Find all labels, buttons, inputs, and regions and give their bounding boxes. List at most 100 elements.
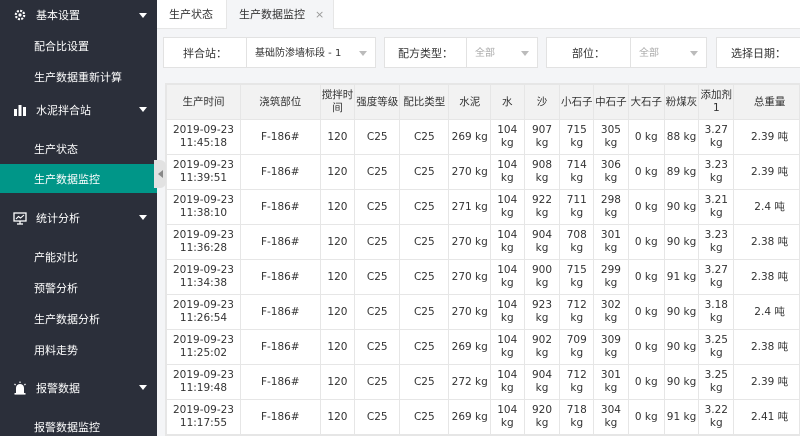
column-header[interactable]: 强度等级 <box>354 84 401 120</box>
table-cell: C25 <box>354 329 401 365</box>
table-cell: 104 kg <box>489 364 525 400</box>
data-table: 生产时间 浇筑部位 搅拌时间 强度等级 配比类型 水泥水沙小石子 中石子 大石子 粉煤灰 添加剂1… <box>166 84 799 435</box>
table-cell: C25 <box>399 224 450 260</box>
column-header[interactable]: 大石子 <box>627 84 665 120</box>
table-cell: C25 <box>354 259 401 295</box>
column-header[interactable]: 小石子 <box>559 84 595 120</box>
recipe-select-value: 全部 <box>475 48 495 59</box>
tab-bar: 生产状态 生产数据监控 × <box>157 0 800 30</box>
sidebar-collapse-button[interactable] <box>154 160 166 188</box>
table-cell: 2019-09-23 11:25:02 <box>166 329 241 365</box>
table-cell: 3.23 kg <box>698 224 735 260</box>
table-row[interactable]: 2019-09-23 11:45:18 F-186# 120 C25 C25 269 kg… <box>166 119 799 155</box>
sidebar-item-recalc[interactable]: 生产数据重新计算 <box>0 61 157 92</box>
table-cell: 0 kg <box>627 189 665 225</box>
table-cell: 2019-09-23 11:19:48 <box>166 364 241 400</box>
sidebar-item-alarm-monitor[interactable]: 报警数据监控 <box>0 411 157 436</box>
table-cell: 301 kg <box>593 224 629 260</box>
table-cell: 0 kg <box>627 364 665 400</box>
nav-group-alarm[interactable]: 报警数据 <box>0 372 157 404</box>
table-cell: 120 <box>319 189 356 225</box>
table-cell: 90 kg <box>663 224 700 260</box>
column-header[interactable]: 生产时间 <box>166 84 241 120</box>
nav-group-label: 统计分析 <box>36 212 80 225</box>
table-row[interactable]: 2019-09-23 11:39:51 F-186# 120 C25 C25 270 kg… <box>166 154 799 190</box>
nav-group-label: 基本设置 <box>36 9 80 22</box>
table-cell: 120 <box>319 154 356 190</box>
part-select[interactable]: 全部 <box>630 37 707 68</box>
table-cell: 3.25 kg <box>698 329 735 365</box>
table-cell: C25 <box>399 329 450 365</box>
nav-group-basic-settings[interactable]: 基本设置 <box>0 0 157 30</box>
table-cell: C25 <box>399 154 450 190</box>
table-cell: 2.38 吨 <box>733 329 799 365</box>
table-cell: 714 kg <box>559 154 595 190</box>
gear-icon <box>12 7 28 23</box>
table-cell: 2019-09-23 11:45:18 <box>166 119 241 155</box>
nav-group-statistics[interactable]: 统计分析 <box>0 202 157 234</box>
column-header[interactable]: 配比类型 <box>399 84 450 120</box>
sidebar-item-prod-analysis[interactable]: 生产数据分析 <box>0 303 157 334</box>
column-header[interactable]: 添加剂1 <box>698 84 735 120</box>
table-cell: 2.4 吨 <box>733 189 799 225</box>
sidebar-item-prod-status[interactable]: 生产状态 <box>0 133 157 164</box>
station-select[interactable]: 基础防渗墙标段 - 1 <box>246 37 376 68</box>
chevron-down-icon <box>359 51 367 56</box>
table-row[interactable]: 2019-09-23 11:34:38 F-186# 120 C25 C25 270 kg… <box>166 259 799 295</box>
table-cell: 2.39 吨 <box>733 154 799 190</box>
table-cell: 3.25 kg <box>698 364 735 400</box>
table-cell: F-186# <box>239 294 321 330</box>
table-cell: 2019-09-23 11:34:38 <box>166 259 241 295</box>
column-header[interactable]: 搅拌时间 <box>319 84 356 120</box>
table-cell: 904 kg <box>523 364 561 400</box>
recipe-select[interactable]: 全部 <box>466 37 538 68</box>
nav-group-cement-station[interactable]: 水泥拌合站 <box>0 94 157 126</box>
table-cell: F-186# <box>239 364 321 400</box>
sidebar-item-prod-monitor[interactable]: 生产数据监控 <box>0 164 157 193</box>
table-row[interactable]: 2019-09-23 11:17:55 F-186# 120 C25 C25 269 kg… <box>166 399 799 435</box>
main-panel: 生产状态 生产数据监控 × 拌合站： 基础防渗墙标段 - 1 配方类型： 全部 … <box>157 0 800 436</box>
table-cell: 3.27 kg <box>698 119 735 155</box>
sidebar-item-material-trend[interactable]: 用料走势 <box>0 334 157 365</box>
chevron-down-icon <box>139 13 147 18</box>
table-cell: 0 kg <box>627 224 665 260</box>
table-cell: 3.23 kg <box>698 154 735 190</box>
sidebar-item-mix-ratio[interactable]: 配合比设置 <box>0 30 157 61</box>
column-header[interactable]: 粉煤灰 <box>663 84 700 120</box>
part-label: 部位： <box>546 37 631 68</box>
filter-bar: 拌合站： 基础防渗墙标段 - 1 配方类型： 全部 部位： 全部 选择日期： <box>157 29 800 77</box>
column-header[interactable]: 水泥 <box>448 84 491 120</box>
table-cell: 271 kg <box>448 189 491 225</box>
close-icon[interactable]: × <box>315 0 324 29</box>
table-cell: 104 kg <box>489 119 525 155</box>
table-cell: 923 kg <box>523 294 561 330</box>
table-row[interactable]: 2019-09-23 11:38:10 F-186# 120 C25 C25 271 kg… <box>166 189 799 225</box>
table-cell: 90 kg <box>663 189 700 225</box>
table-cell: C25 <box>354 119 401 155</box>
table-header: 生产时间 浇筑部位 搅拌时间 强度等级 配比类型 水泥水沙小石子 中石子 大石子 粉煤灰 添加剂1… <box>166 84 799 120</box>
column-header[interactable]: 沙 <box>523 84 561 120</box>
column-header[interactable]: 总重量 <box>733 84 799 120</box>
table-cell: 104 kg <box>489 154 525 190</box>
tab-prod-status[interactable]: 生产状态 <box>169 0 213 29</box>
table-cell: 2019-09-23 11:39:51 <box>166 154 241 190</box>
table-row[interactable]: 2019-09-23 11:19:48 F-186# 120 C25 C25 272 kg… <box>166 364 799 400</box>
table-cell: 269 kg <box>448 329 491 365</box>
sidebar-item-warning[interactable]: 预警分析 <box>0 272 157 303</box>
table-cell: 104 kg <box>489 399 525 435</box>
sidebar-item-capacity[interactable]: 产能对比 <box>0 241 157 272</box>
table-cell: 0 kg <box>627 399 665 435</box>
chevron-down-icon <box>690 51 698 56</box>
table-row[interactable]: 2019-09-23 11:26:54 F-186# 120 C25 C25 270 kg… <box>166 294 799 330</box>
tab-prod-monitor[interactable]: 生产数据监控 × <box>226 0 334 30</box>
column-header[interactable]: 水 <box>489 84 525 120</box>
table-row[interactable]: 2019-09-23 11:25:02 F-186# 120 C25 C25 269 kg… <box>166 329 799 365</box>
table-row[interactable]: 2019-09-23 11:36:28 F-186# 120 C25 C25 270 kg… <box>166 224 799 260</box>
table-cell: 270 kg <box>448 154 491 190</box>
column-header[interactable]: 中石子 <box>593 84 629 120</box>
chevron-down-icon <box>139 107 147 112</box>
column-header[interactable]: 浇筑部位 <box>239 84 321 120</box>
table-cell: 120 <box>319 399 356 435</box>
chevron-down-icon <box>139 385 147 390</box>
table-cell: 712 kg <box>559 294 595 330</box>
